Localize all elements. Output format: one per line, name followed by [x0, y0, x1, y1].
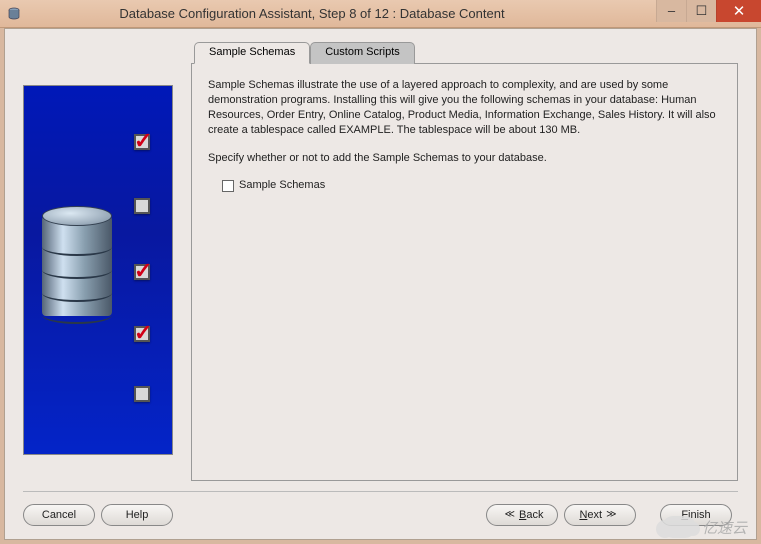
chevron-right-icon: ≫: [606, 509, 616, 520]
wizard-sidebar: [23, 85, 173, 455]
description-text: Sample Schemas illustrate the use of a l…: [208, 78, 721, 137]
wizard-footer: Cancel Help ≪ Back Next ≫ Finish: [23, 491, 738, 527]
next-text: ext: [587, 509, 602, 521]
content-area: Sample Schemas Custom Scripts Sample Sch…: [191, 41, 738, 481]
title-bar: Database Configuration Assistant, Step 8…: [0, 0, 761, 28]
sample-schemas-checkbox-label: Sample Schemas: [239, 178, 325, 193]
back-text: ack: [526, 509, 543, 521]
cancel-button[interactable]: Cancel: [23, 504, 95, 526]
step-indicator: [134, 134, 150, 150]
help-button[interactable]: Help: [101, 504, 173, 526]
minimize-button[interactable]: –: [656, 0, 686, 22]
tab-sample-schemas[interactable]: Sample Schemas: [194, 42, 310, 64]
close-button[interactable]: ✕: [716, 0, 761, 22]
step-indicator: [134, 326, 150, 342]
app-icon: [6, 6, 22, 22]
wizard-frame: Sample Schemas Custom Scripts Sample Sch…: [4, 28, 757, 540]
chevron-left-icon: ≪: [505, 509, 515, 520]
tab-panel-sample-schemas: Sample Schemas illustrate the use of a l…: [191, 63, 738, 481]
window-title: Database Configuration Assistant, Step 8…: [28, 6, 656, 21]
step-indicator: [134, 198, 150, 214]
maximize-button[interactable]: ☐: [686, 0, 716, 22]
step-indicator: [134, 386, 150, 402]
specify-text: Specify whether or not to add the Sample…: [208, 151, 721, 166]
sample-schemas-checkbox[interactable]: [222, 180, 234, 192]
tab-custom-scripts[interactable]: Custom Scripts: [310, 42, 415, 64]
cloud-icon: [662, 516, 696, 538]
back-button[interactable]: ≪ Back: [486, 504, 558, 526]
step-indicator: [134, 264, 150, 280]
next-button[interactable]: Next ≫: [564, 504, 636, 526]
tab-strip: Sample Schemas Custom Scripts: [194, 41, 738, 63]
watermark: 亿速云: [662, 516, 747, 538]
database-graphic: [42, 206, 112, 326]
